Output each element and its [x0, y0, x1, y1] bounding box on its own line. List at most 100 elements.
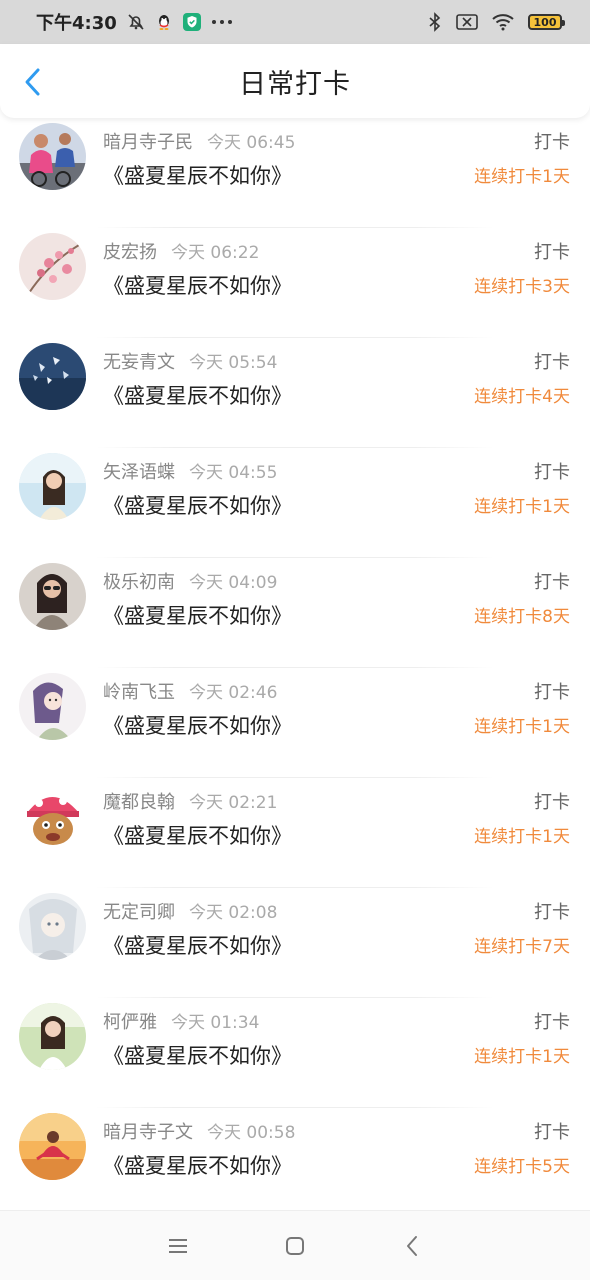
back-button[interactable]: [18, 66, 46, 98]
checkin-time: 今天 05:54: [189, 353, 278, 373]
checkin-time: 今天 06:22: [171, 243, 260, 263]
wifi-icon: [492, 13, 514, 31]
avatar[interactable]: [19, 673, 86, 740]
user-name-text: 无妄青文: [103, 352, 175, 373]
avatar[interactable]: [19, 1113, 86, 1180]
user-name-text: 暗月寺子文: [103, 1122, 193, 1143]
avatar[interactable]: [19, 453, 86, 520]
avatar[interactable]: [19, 783, 86, 850]
home-square-icon: [285, 1236, 304, 1255]
list-item[interactable]: 皮宏扬 今天 06:22 《盛夏星辰不如你》 打卡 连续打卡3天: [0, 228, 590, 338]
system-back-button[interactable]: [392, 1226, 432, 1266]
list-item[interactable]: 极乐初南 今天 04:09 《盛夏星辰不如你》 打卡 连续打卡8天: [0, 558, 590, 668]
list-item[interactable]: 暗月寺子民 今天 06:45 《盛夏星辰不如你》 打卡 连续打卡1天: [0, 118, 590, 228]
streak-label: 连续打卡8天: [474, 607, 570, 627]
user-name-text: 魔都良翰: [103, 792, 175, 813]
checkin-label: 打卡: [534, 572, 570, 593]
book-title: 《盛夏星辰不如你》: [103, 274, 292, 298]
checkin-time: 今天 04:09: [189, 573, 278, 593]
shield-app-icon: [182, 13, 201, 31]
checkin-label: 打卡: [534, 242, 570, 263]
user-name: 无定司卿 今天 02:08: [103, 898, 277, 924]
user-name-text: 暗月寺子民: [103, 132, 193, 153]
checkin-list[interactable]: 暗月寺子民 今天 06:45 《盛夏星辰不如你》 打卡 连续打卡1天 皮宏扬 今天 …: [0, 118, 590, 1210]
streak-label: 连续打卡4天: [474, 387, 570, 407]
avatar[interactable]: [19, 563, 86, 630]
qq-icon: [155, 13, 173, 31]
list-item[interactable]: 魔都良翰 今天 02:21 《盛夏星辰不如你》 打卡 连续打卡1天: [0, 778, 590, 888]
home-button[interactable]: [275, 1226, 315, 1266]
streak-label: 连续打卡1天: [474, 827, 570, 847]
status-bar: 下午4:30 100: [0, 0, 590, 44]
checkin-time: 今天 00:58: [207, 1123, 296, 1143]
user-name: 柯俨雅 今天 01:34: [103, 1008, 259, 1034]
checkin-label: 打卡: [534, 902, 570, 923]
status-time: 下午4:30: [36, 13, 117, 34]
list-item[interactable]: 岭南飞玉 今天 02:46 《盛夏星辰不如你》 打卡 连续打卡1天: [0, 668, 590, 778]
back-triangle-icon: [406, 1235, 417, 1256]
checkin-time: 今天 02:46: [189, 683, 278, 703]
user-name: 矢泽语蝶 今天 04:55: [103, 458, 277, 484]
user-name-text: 极乐初南: [103, 572, 175, 593]
menu-icon: [169, 1238, 188, 1253]
user-name: 皮宏扬 今天 06:22: [103, 238, 259, 264]
bluetooth-icon: [428, 12, 442, 32]
checkin-time: 今天 06:45: [207, 133, 296, 153]
more-dots-icon: [211, 19, 233, 25]
book-title: 《盛夏星辰不如你》: [103, 384, 292, 408]
user-name: 暗月寺子文 今天 00:58: [103, 1118, 295, 1144]
checkin-label: 打卡: [534, 132, 570, 153]
avatar[interactable]: [19, 123, 86, 190]
checkin-label: 打卡: [534, 352, 570, 373]
checkin-label: 打卡: [534, 1122, 570, 1143]
list-item[interactable]: 暗月寺子文 今天 00:58 《盛夏星辰不如你》 打卡 连续打卡5天: [0, 1108, 590, 1210]
user-name-text: 矢泽语蝶: [103, 462, 175, 483]
streak-label: 连续打卡1天: [474, 1047, 570, 1067]
avatar[interactable]: [19, 233, 86, 300]
user-name: 暗月寺子民 今天 06:45: [103, 128, 295, 154]
avatar[interactable]: [19, 893, 86, 960]
checkin-time: 今天 04:55: [189, 463, 278, 483]
book-title: 《盛夏星辰不如你》: [103, 164, 292, 188]
checkin-label: 打卡: [534, 682, 570, 703]
status-left: 下午4:30: [36, 9, 233, 35]
checkin-time: 今天 02:21: [189, 793, 278, 813]
user-name: 魔都良翰 今天 02:21: [103, 788, 277, 814]
checkin-time: 今天 02:08: [189, 903, 278, 923]
sim-x-icon: [456, 14, 478, 30]
user-name-text: 柯俨雅: [103, 1012, 157, 1033]
book-title: 《盛夏星辰不如你》: [103, 1044, 292, 1068]
streak-label: 连续打卡1天: [474, 167, 570, 187]
checkin-label: 打卡: [534, 462, 570, 483]
book-title: 《盛夏星辰不如你》: [103, 934, 292, 958]
menu-button[interactable]: [158, 1226, 198, 1266]
streak-label: 连续打卡5天: [474, 1157, 570, 1177]
checkin-label: 打卡: [534, 792, 570, 813]
user-name: 无妄青文 今天 05:54: [103, 348, 277, 374]
user-name-text: 岭南飞玉: [103, 682, 175, 703]
checkin-time: 今天 01:34: [171, 1013, 260, 1033]
book-title: 《盛夏星辰不如你》: [103, 604, 292, 628]
list-item[interactable]: 无妄青文 今天 05:54 《盛夏星辰不如你》 打卡 连续打卡4天: [0, 338, 590, 448]
avatar[interactable]: [19, 343, 86, 410]
book-title: 《盛夏星辰不如你》: [103, 714, 292, 738]
book-title: 《盛夏星辰不如你》: [103, 824, 292, 848]
user-name: 极乐初南 今天 04:09: [103, 568, 277, 594]
streak-label: 连续打卡7天: [474, 937, 570, 957]
app-header: 日常打卡: [0, 44, 590, 118]
list-item[interactable]: 柯俨雅 今天 01:34 《盛夏星辰不如你》 打卡 连续打卡1天: [0, 998, 590, 1108]
user-name-text: 无定司卿: [103, 902, 175, 923]
list-item[interactable]: 矢泽语蝶 今天 04:55 《盛夏星辰不如你》 打卡 连续打卡1天: [0, 448, 590, 558]
avatar[interactable]: [19, 1003, 86, 1070]
book-title: 《盛夏星辰不如你》: [103, 494, 292, 518]
battery-icon: 100: [528, 14, 565, 30]
streak-label: 连续打卡1天: [474, 717, 570, 737]
mute-bell-icon: [127, 13, 145, 31]
user-name-text: 皮宏扬: [103, 242, 157, 263]
list-item[interactable]: 无定司卿 今天 02:08 《盛夏星辰不如你》 打卡 连续打卡7天: [0, 888, 590, 998]
checkin-label: 打卡: [534, 1012, 570, 1033]
chevron-left-icon: [25, 68, 40, 96]
book-title: 《盛夏星辰不如你》: [103, 1154, 292, 1178]
status-right: 100: [428, 12, 565, 32]
system-nav-bar: [0, 1210, 590, 1280]
